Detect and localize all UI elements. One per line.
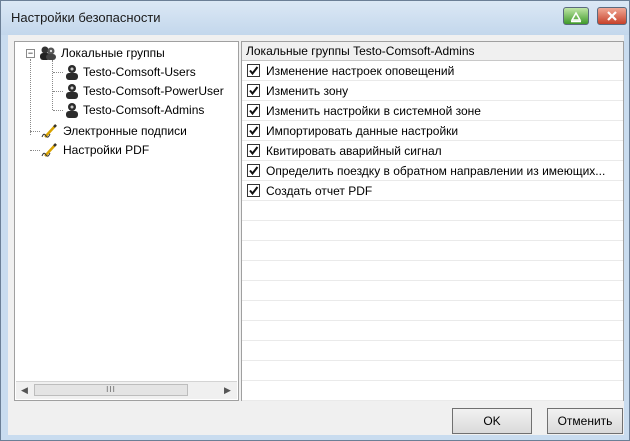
permissions-list: Локальные группы Testo-Comsoft-Admins Из… [241,41,624,401]
permission-label: Квитировать аварийный сигнал [266,144,442,158]
permissions-header: Локальные группы Testo-Comsoft-Admins [242,42,623,61]
permission-row[interactable]: Изменение настроек оповещений [242,61,623,81]
scroll-thumb[interactable]: III [34,384,188,396]
checkmark-icon [249,106,259,116]
empty-row [242,301,623,321]
tree-node-pdf-settings[interactable]: Настройки PDF [41,141,149,159]
tree-line [53,72,63,73]
permission-checkbox[interactable] [247,184,260,197]
user-icon [66,84,78,99]
tree-node-powerusers[interactable]: Testo-Comsoft-PowerUser [65,82,224,100]
checkmark-icon [249,86,259,96]
signature-pen-icon [41,124,57,138]
tree-node-signatures[interactable]: Электронные подписи [41,122,187,140]
permission-label: Изменение настроек оповещений [266,64,455,78]
empty-row [242,321,623,341]
group-icon [40,46,56,60]
empty-row [242,261,623,281]
permission-row[interactable]: Изменить зону [242,81,623,101]
checkmark-icon [249,166,259,176]
signature-pen-icon [41,143,57,157]
checkmark-icon [249,186,259,196]
permission-checkbox[interactable] [247,144,260,157]
permission-checkbox[interactable] [247,164,260,177]
checkmark-icon [249,146,259,156]
tree-node-label: Локальные группы [61,46,165,60]
tree-node-local-groups[interactable]: Локальные группы [39,44,165,62]
collapse-toggle[interactable]: − [26,49,35,58]
empty-row [242,221,623,241]
tree-node-users[interactable]: Testo-Comsoft-Users [65,63,196,81]
settings-tree[interactable]: − Локальные группы Testo-Comsoft-Users T… [14,41,239,401]
horizontal-scrollbar[interactable]: ◀ III ▶ [16,381,237,399]
tree-line [53,110,63,111]
permission-row[interactable]: Создать отчет PDF [242,181,623,201]
permission-row[interactable]: Определить поездку в обратном направлени… [242,161,623,181]
tree-node-label: Электронные подписи [63,124,187,138]
permission-label: Изменить зону [266,84,349,98]
user-icon [66,65,78,80]
close-button[interactable] [597,7,627,25]
empty-row [242,201,623,221]
permission-label: Создать отчет PDF [266,184,373,198]
tree-line [53,91,63,92]
scroll-left-icon[interactable]: ◀ [21,385,28,396]
minimize-button[interactable] [563,7,589,25]
user-icon [66,103,78,118]
permission-checkbox[interactable] [247,124,260,137]
permission-row[interactable]: Квитировать аварийный сигнал [242,141,623,161]
permissions-header-label: Локальные группы Testo-Comsoft-Admins [246,44,475,58]
permission-checkbox[interactable] [247,84,260,97]
title-bar[interactable]: Настройки безопасности [1,1,629,35]
empty-row [242,381,623,401]
tree-node-label: Testo-Comsoft-Users [83,65,196,79]
permission-checkbox[interactable] [247,104,260,117]
empty-row [242,241,623,261]
window-title: Настройки безопасности [11,10,161,25]
empty-row [242,281,623,301]
security-settings-dialog: Настройки безопасности − Локальные групп… [0,0,630,441]
tree-node-label: Testo-Comsoft-Admins [83,103,205,117]
close-icon [607,11,617,21]
ok-button[interactable]: OK [452,408,532,434]
empty-row [242,361,623,381]
tree-node-label: Настройки PDF [63,143,150,157]
tree-node-label: Testo-Comsoft-PowerUser [83,84,224,98]
tree-line [30,131,40,132]
permission-checkbox[interactable] [247,64,260,77]
cancel-button[interactable]: Отменить [547,408,623,434]
dialog-body: − Локальные группы Testo-Comsoft-Users T… [8,35,624,435]
tree-node-admins[interactable]: Testo-Comsoft-Admins [65,101,204,119]
permission-label: Импортировать данные настройки [266,124,459,138]
checkmark-icon [249,126,259,136]
scroll-right-icon[interactable]: ▶ [224,385,231,396]
permission-label: Определить поездку в обратном направлени… [266,164,606,178]
tree-line [30,150,40,151]
permission-label: Изменить настройки в системной зоне [266,104,481,118]
empty-row [242,341,623,361]
tree-line [30,59,31,135]
tree-line [52,60,53,110]
checkmark-icon [249,66,259,76]
permission-row[interactable]: Изменить настройки в системной зоне [242,101,623,121]
minimize-icon [570,11,582,23]
permission-row[interactable]: Импортировать данные настройки [242,121,623,141]
